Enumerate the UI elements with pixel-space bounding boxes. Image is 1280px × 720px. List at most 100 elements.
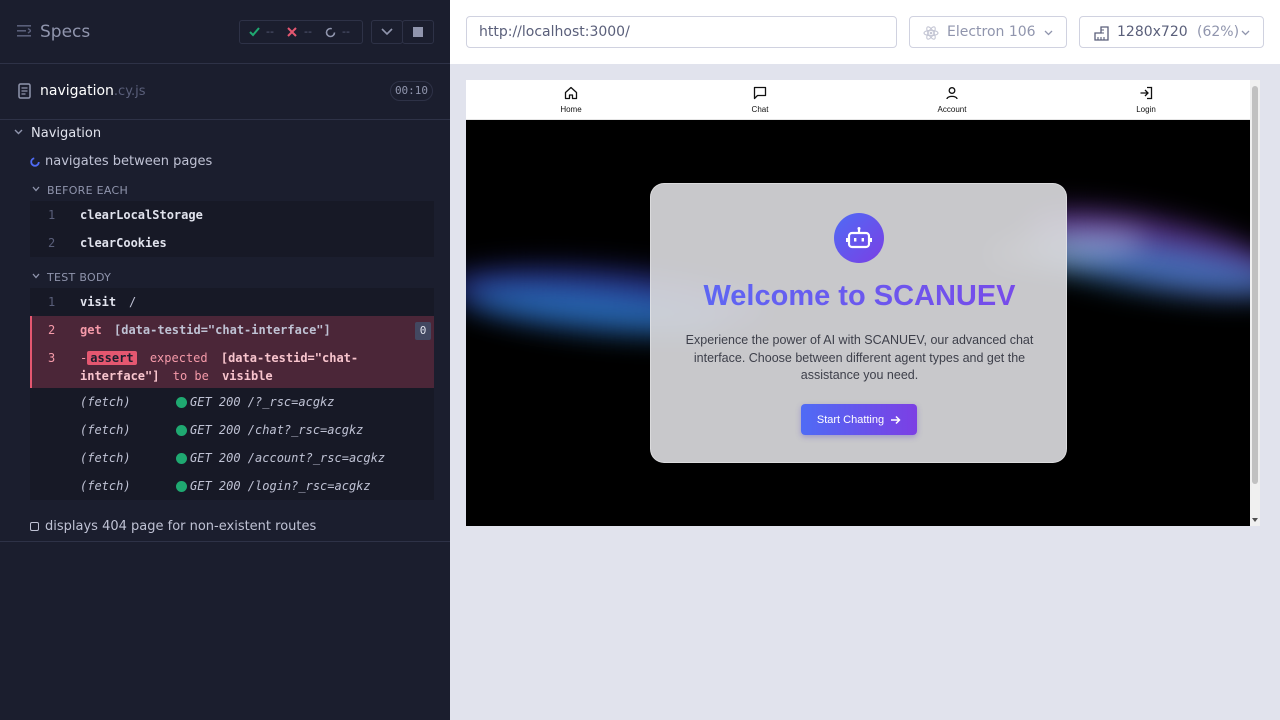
command-message: [data-testid="chat-interface"]: [114, 323, 331, 337]
running-spinner-icon: [30, 157, 40, 167]
command-number: 3: [48, 351, 56, 365]
nav-login[interactable]: Login: [1116, 85, 1176, 114]
fetch-text: GET 200 /?_rsc=acgkz: [190, 395, 335, 409]
command-name: clearLocalStorage: [80, 208, 203, 222]
pending-count: --: [342, 25, 350, 38]
suite-row[interactable]: Navigation: [0, 120, 450, 148]
command-row[interactable]: 1 visit /: [30, 288, 434, 316]
bot-avatar: [834, 213, 884, 263]
pending-checkbox-icon: [30, 522, 39, 531]
chevron-down-icon: [381, 28, 393, 36]
failed-x-icon: [287, 27, 297, 37]
specs-header: Specs -- -- --: [0, 0, 450, 64]
stop-icon: [413, 27, 423, 37]
chevron-down-icon: [14, 129, 23, 135]
nav-account[interactable]: Account: [922, 85, 982, 114]
divider: [0, 541, 450, 542]
command-row-failed[interactable]: 2 get [data-testid="chat-interface"] 0: [30, 316, 434, 344]
ruler-icon: [1094, 26, 1109, 41]
stop-button[interactable]: [402, 20, 434, 44]
viewport-selector[interactable]: 1280x720 (62%): [1079, 16, 1264, 48]
nav-chat[interactable]: Chat: [730, 85, 790, 114]
passed-count: --: [266, 25, 274, 38]
fetch-text: GET 200 /login?_rsc=acgkz: [190, 479, 371, 493]
fetch-text: GET 200 /account?_rsc=acgkz: [190, 451, 386, 465]
assert-line-2: interface"] to be visible: [80, 369, 273, 383]
test-title: navigates between pages: [45, 154, 213, 169]
status-success-icon: [176, 397, 187, 408]
spec-duration: 00:10: [390, 81, 433, 101]
viewport-scale: (62%): [1197, 24, 1240, 40]
command-name: visit: [80, 295, 117, 309]
document-icon: [18, 83, 31, 99]
assert-badge: assert: [87, 351, 137, 365]
command-name: get: [80, 323, 102, 337]
assert-line-1: - assert expected [data-testid="chat-: [80, 351, 358, 365]
command-row-failed[interactable]: 3 - assert expected [data-testid="chat- i…: [30, 344, 434, 388]
status-success-icon: [176, 481, 187, 492]
command-number: 2: [48, 323, 56, 337]
fetch-row[interactable]: (fetch) GET 200 /login?_rsc=acgkz: [30, 472, 434, 500]
nav-label: Login: [1136, 105, 1156, 114]
nav-home[interactable]: Home: [541, 85, 601, 114]
test-body-commands: 1 visit /: [30, 288, 434, 316]
hook-test-body[interactable]: TEST BODY: [30, 264, 434, 288]
chat-icon: [753, 86, 767, 100]
scroll-down-arrow-icon[interactable]: [1252, 518, 1258, 523]
welcome-description: Experience the power of AI with SCANUEV,…: [685, 333, 1034, 382]
hero-section: Welcome to SCANUEV Experience the power …: [466, 120, 1250, 526]
failed-commands: 2 get [data-testid="chat-interface"] 0 3…: [30, 316, 434, 388]
test-stats: -- -- --: [239, 20, 363, 44]
nav-label: Account: [937, 105, 967, 114]
fetch-tag: (fetch): [80, 395, 131, 409]
app-scrollbar[interactable]: [1250, 80, 1260, 526]
fetch-row[interactable]: (fetch) GET 200 /chat?_rsc=acgkz: [30, 416, 434, 444]
pending-spinner-icon: [325, 27, 336, 38]
status-success-icon: [176, 453, 187, 464]
fetch-tag: (fetch): [80, 451, 131, 465]
chevron-down-icon: [32, 273, 40, 279]
command-row[interactable]: 1 clearLocalStorage: [30, 201, 434, 229]
nav-label: Home: [560, 105, 582, 114]
app-navbar: Home Chat Account Login: [466, 80, 1250, 120]
welcome-card: Welcome to SCANUEV Experience the power …: [650, 183, 1067, 463]
assert-to-be: to be: [172, 369, 209, 383]
spec-file-name[interactable]: navigation.cy.js: [40, 83, 146, 99]
assert-visible: visible: [222, 369, 273, 383]
test-row-pending[interactable]: displays 404 page for non-existent route…: [30, 516, 450, 538]
command-number: 2: [48, 236, 56, 250]
specs-title[interactable]: Specs: [40, 22, 90, 42]
hook-title: TEST BODY: [47, 271, 112, 284]
chevron-down-icon: [32, 186, 40, 192]
electron-icon: [923, 26, 939, 40]
command-row[interactable]: 2 clearCookies: [30, 229, 434, 257]
toggle-auto-scroll-button[interactable]: [371, 20, 403, 44]
failed-count: --: [304, 25, 312, 38]
fetch-row[interactable]: (fetch) GET 200 /?_rsc=acgkz: [30, 388, 434, 416]
test-row-running[interactable]: navigates between pages: [30, 150, 450, 172]
hook-title: BEFORE EACH: [47, 184, 129, 197]
url-field[interactable]: http://localhost:3000/: [466, 16, 897, 48]
browser-selector[interactable]: Electron 106: [909, 16, 1067, 48]
scrollbar-thumb[interactable]: [1252, 86, 1258, 484]
nav-label: Chat: [751, 105, 769, 114]
fetch-tag: (fetch): [80, 423, 131, 437]
passed-check-icon: [249, 27, 260, 37]
start-chatting-button[interactable]: Start Chatting: [801, 404, 917, 435]
specs-menu-icon[interactable]: [17, 25, 31, 37]
suite-title: Navigation: [31, 126, 102, 141]
element-count-badge: 0: [415, 322, 431, 340]
hook-before-each[interactable]: BEFORE EACH: [30, 177, 434, 201]
login-icon: [1140, 86, 1153, 100]
arrow-right-icon: [891, 415, 901, 424]
welcome-title: Welcome to SCANUEV: [651, 280, 1068, 313]
account-icon: [946, 87, 958, 100]
status-success-icon: [176, 425, 187, 436]
command-message: /: [129, 295, 137, 309]
fetch-row[interactable]: (fetch) GET 200 /account?_rsc=acgkz: [30, 444, 434, 472]
viewport-size: 1280x720: [1117, 24, 1188, 40]
chevron-down-icon: [1241, 30, 1250, 36]
app-preview: Home Chat Account Login Welcome to SCANU…: [466, 80, 1260, 526]
browser-name: Electron 106: [947, 24, 1036, 40]
bot-icon: [846, 227, 872, 249]
